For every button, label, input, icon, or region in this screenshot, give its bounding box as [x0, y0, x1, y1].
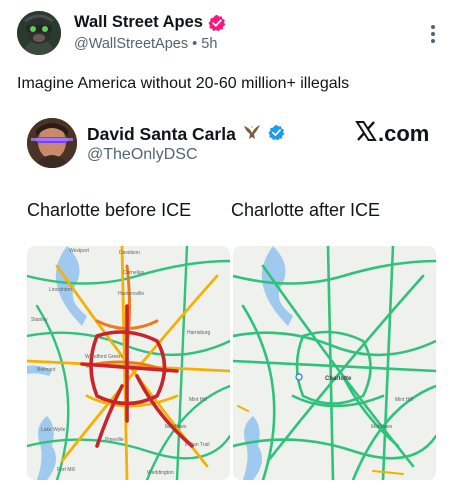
map-label: Davidson [119, 250, 140, 256]
verified-badge-icon [208, 14, 226, 32]
map-label: Cornelius [123, 270, 145, 276]
eagle-icon [242, 122, 262, 147]
author-name-row[interactable]: Wall Street Apes [74, 13, 226, 32]
map-label: Charlotte [325, 376, 352, 382]
map-label: Indian Trail [185, 442, 209, 448]
embedded-author-handle: @TheOnlyDSC [87, 146, 198, 163]
embedded-author-name: David Santa Carla [87, 124, 236, 144]
map-label: Matthews [371, 424, 393, 430]
map-label: Pineville [105, 437, 124, 443]
map-label: Weddington [147, 470, 174, 476]
embedded-author-avatar [27, 118, 77, 168]
brand-watermark: .com [355, 120, 429, 148]
author-name[interactable]: Wall Street Apes [74, 13, 203, 32]
post-text: Imagine America without 20-60 million+ i… [17, 75, 350, 92]
author-meta: @WallStreetApes • 5h [74, 36, 217, 52]
caption-before: Charlotte before ICE [27, 200, 192, 220]
location-marker-icon [295, 373, 303, 381]
post-header: Wall Street Apes @WallStreetApes • 5h [0, 0, 463, 68]
map-label: Lake Wylie [41, 427, 66, 433]
map-after-ice: Charlotte Mint Hill Matthews [233, 246, 436, 480]
map-label: Westport [69, 248, 90, 254]
map-before-ice: Westport Davidson Cornelius Lincolnton H… [27, 246, 230, 480]
map-label: Woodford Green [85, 354, 122, 360]
map-label: Mint Hill [189, 397, 207, 403]
map-label: Harrisburg [187, 330, 211, 336]
embedded-image[interactable]: David Santa Carla @TheOnlyDSC .com Charl… [17, 108, 463, 500]
map-label: Stanley [31, 317, 48, 323]
author-avatar[interactable] [17, 11, 61, 55]
brand-suffix: .com [378, 121, 430, 146]
map-label: Matthews [165, 424, 187, 430]
author-handle[interactable]: @WallStreetApes [74, 36, 188, 52]
map-label: Belmont [37, 367, 56, 373]
meta-separator: • [192, 36, 198, 52]
embedded-author-name-row: David Santa Carla [87, 122, 285, 147]
map-label: Lincolnton [49, 287, 72, 293]
map-label: Mint Hill [395, 397, 413, 403]
caption-after: Charlotte after ICE [231, 200, 381, 220]
x-logo-icon [355, 120, 377, 148]
blue-check-icon [268, 124, 285, 146]
map-label: Huntersville [118, 291, 144, 297]
post-time[interactable]: 5h [201, 36, 217, 52]
map-label: Fort Mill [57, 467, 75, 473]
more-options-icon[interactable] [426, 22, 440, 46]
